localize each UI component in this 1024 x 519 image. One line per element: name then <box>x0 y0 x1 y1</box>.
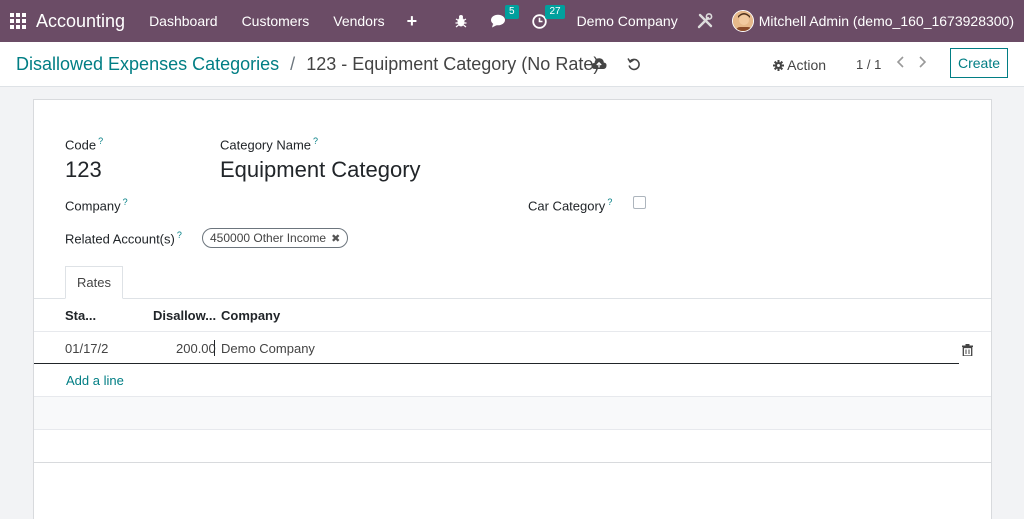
control-panel: Disallowed Expenses Categories / 123 - E… <box>0 42 1024 87</box>
trash-icon[interactable] <box>962 343 973 361</box>
text-caret <box>214 340 215 356</box>
discard-undo-icon[interactable] <box>627 57 641 76</box>
tab-rates[interactable]: Rates <box>65 266 123 299</box>
account-tag[interactable]: 450000 Other Income ✖ <box>202 228 349 248</box>
breadcrumb-separator: / <box>290 54 296 74</box>
breadcrumb: Disallowed Expenses Categories / 123 - E… <box>16 54 599 75</box>
form-sheet: Code? 123 Category Name? Equipment Categ… <box>33 99 992 519</box>
chevron-left-icon[interactable] <box>896 55 905 73</box>
debug-bug-icon[interactable] <box>454 14 468 28</box>
action-menu-button[interactable]: Action <box>773 57 826 73</box>
chat-badge: 5 <box>505 5 519 19</box>
menu-vendors[interactable]: Vendors <box>333 13 384 29</box>
apps-menu-icon[interactable] <box>0 0 36 42</box>
save-cloud-icon[interactable] <box>591 57 607 75</box>
empty-row <box>34 397 991 429</box>
activity-clock-icon[interactable]: 27 <box>531 4 565 29</box>
action-label: Action <box>787 57 827 73</box>
navbar-systray: 5 27 Demo Company Mitchell Admin (demo_1… <box>436 0 1014 42</box>
user-menu[interactable]: Mitchell Admin (demo_160_1673928300) <box>759 13 1014 29</box>
column-header-disallowed[interactable]: Disallow... <box>153 308 216 323</box>
chat-messages-icon[interactable]: 5 <box>490 5 519 28</box>
chevron-right-icon[interactable] <box>918 55 927 73</box>
column-header-company[interactable]: Company <box>221 308 280 323</box>
tabs-divider <box>34 298 991 299</box>
pager-value[interactable]: 1 / 1 <box>856 57 881 72</box>
account-tag-label: 450000 Other Income <box>210 231 327 245</box>
car-category-label: Car Category? <box>528 197 613 214</box>
company-switcher[interactable]: Demo Company <box>577 13 678 29</box>
menu-dashboard[interactable]: Dashboard <box>149 13 218 29</box>
quick-create-plus-icon[interactable]: + <box>407 11 418 32</box>
tag-remove-icon[interactable]: ✖ <box>331 232 340 245</box>
category-name-label: Category Name? <box>220 136 319 153</box>
create-button[interactable]: Create <box>950 48 1008 78</box>
activity-badge: 27 <box>545 4 565 19</box>
car-category-checkbox[interactable] <box>633 196 646 209</box>
app-name[interactable]: Accounting <box>36 11 125 32</box>
code-label: Code? <box>65 136 104 153</box>
column-header-start[interactable]: Sta... <box>65 308 96 323</box>
add-line-link[interactable]: Add a line <box>66 373 124 388</box>
menu-customers[interactable]: Customers <box>242 13 310 29</box>
rate-row-rate[interactable]: 200.00 <box>176 341 216 356</box>
company-label: Company? <box>65 197 128 214</box>
editing-row-underline <box>34 363 959 364</box>
rate-row-company[interactable]: Demo Company <box>221 341 315 356</box>
category-name-field[interactable]: Equipment Category <box>220 157 421 183</box>
breadcrumb-current: 123 - Equipment Category (No Rate) <box>306 54 600 74</box>
tools-icon[interactable] <box>696 12 714 30</box>
top-navbar: Accounting Dashboard Customers Vendors +… <box>0 0 1024 42</box>
gear-icon <box>773 57 787 73</box>
user-avatar[interactable] <box>731 10 754 32</box>
table-bottom-border <box>34 462 991 463</box>
rate-row-start-date[interactable]: 01/17/2 <box>65 341 108 356</box>
breadcrumb-parent-link[interactable]: Disallowed Expenses Categories <box>16 54 279 74</box>
header-divider <box>34 331 991 332</box>
code-field[interactable]: 123 <box>65 157 102 183</box>
empty-row <box>34 430 991 462</box>
related-accounts-label: Related Account(s)? <box>65 230 182 247</box>
